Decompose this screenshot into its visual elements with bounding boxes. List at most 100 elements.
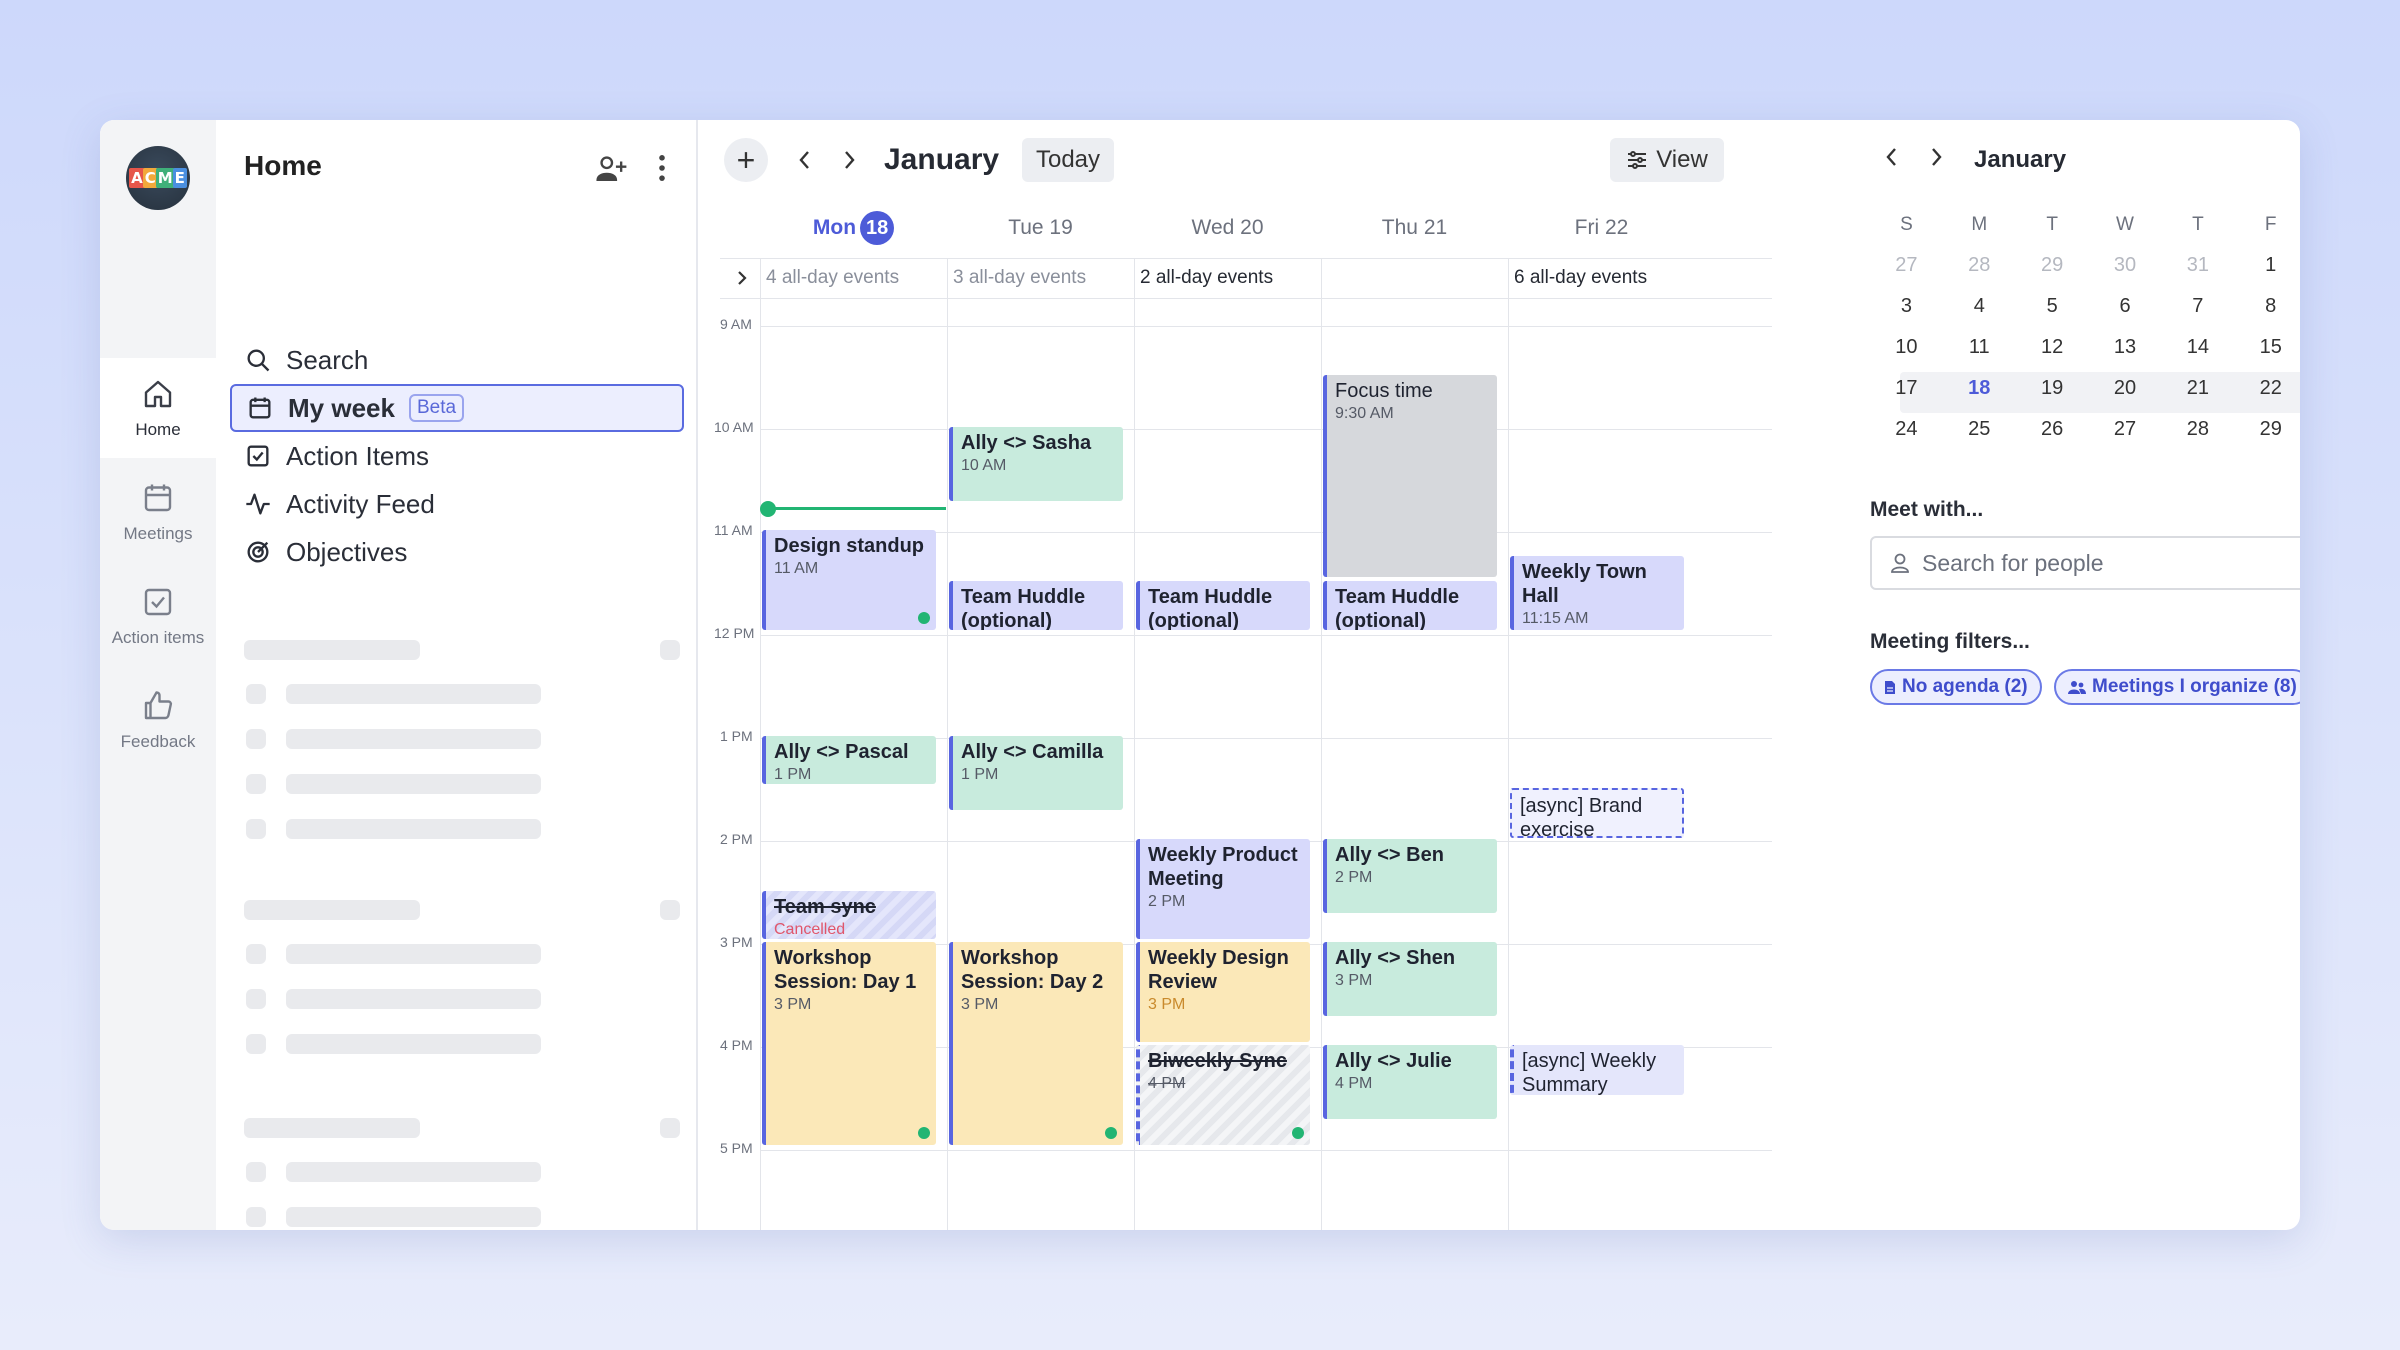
event-weekly-product-meeting[interactable]: Weekly Product Meeting 2 PM (1136, 839, 1310, 939)
day-cell-selected[interactable]: 18 (1943, 368, 2016, 409)
status-dot (1105, 1127, 1117, 1139)
day-header-fri[interactable]: Fri 22 (1508, 210, 1695, 246)
allday-events-tue[interactable]: 3 all-day events (949, 260, 1086, 296)
skeleton-placeholder (286, 1162, 541, 1182)
more-options-icon[interactable] (644, 150, 680, 186)
week-row: 10 11 12 13 14 15 16 (1870, 327, 2300, 368)
event-design-standup[interactable]: Design standup 11 AM (762, 530, 936, 630)
activity-icon (246, 493, 270, 515)
day-cell[interactable]: 7 (2161, 286, 2234, 327)
view-button[interactable]: View (1610, 138, 1724, 182)
allday-events-wed[interactable]: 2 all-day events (1136, 260, 1273, 296)
event-ally-julie[interactable]: Ally <> Julie 4 PM (1323, 1045, 1497, 1119)
nav-objectives[interactable]: Objectives (230, 528, 684, 576)
people-search-input[interactable]: Search for people (1870, 536, 2300, 590)
day-cell[interactable]: 30 (2089, 245, 2162, 286)
day-cell[interactable]: 28 (1943, 245, 2016, 286)
day-cell[interactable]: 3 (1870, 286, 1943, 327)
mini-calendar-grid: S M T W T F S 27 28 29 30 31 1 2 3 4 5 (1870, 204, 2300, 450)
day-cell[interactable]: 28 (2161, 409, 2234, 450)
today-button[interactable]: Today (1022, 138, 1114, 182)
mini-next-month-button[interactable] (1930, 146, 1944, 175)
day-cell[interactable]: 21 (2161, 368, 2234, 409)
event-weekly-town-hall[interactable]: Weekly Town Hall 11:15 AM (1510, 556, 1684, 630)
day-cell[interactable]: 12 (2016, 327, 2089, 368)
day-cell[interactable]: 5 (2016, 286, 2089, 327)
event-focus-time[interactable]: Focus time 9:30 AM (1323, 375, 1497, 577)
day-cell[interactable]: 29 (2016, 245, 2089, 286)
day-cell[interactable]: 11 (1943, 327, 2016, 368)
day-header-wed[interactable]: Wed 20 (1134, 210, 1321, 246)
day-cell[interactable]: 15 (2234, 327, 2300, 368)
hour-line (760, 635, 1772, 636)
event-workshop-day1[interactable]: Workshop Session: Day 1 3 PM (762, 942, 936, 1145)
day-header-tue[interactable]: Tue 19 (947, 210, 1134, 246)
skeleton-placeholder (246, 684, 266, 704)
expand-allday-button[interactable] (730, 266, 754, 290)
weekday-label: T (2192, 214, 2204, 235)
day-cell[interactable]: 20 (2089, 368, 2162, 409)
allday-events-fri[interactable]: 6 all-day events (1510, 260, 1647, 296)
prev-week-button[interactable] (792, 138, 816, 182)
day-cell[interactable]: 26 (2016, 409, 2089, 450)
event-ally-sasha[interactable]: Ally <> Sasha 10 AM (949, 427, 1123, 501)
day-cell[interactable]: 25 (1943, 409, 2016, 450)
filter-chip-no-agenda[interactable]: No agenda (2) (1870, 669, 2042, 705)
rail-item-action-items[interactable]: Action items (100, 566, 216, 666)
today-date-badge: 18 (860, 211, 895, 246)
event-ally-camilla[interactable]: Ally <> Camilla 1 PM (949, 736, 1123, 810)
day-header-thu[interactable]: Thu 21 (1321, 210, 1508, 246)
day-cell[interactable]: 1 (2234, 245, 2300, 286)
event-async-brand-exercise[interactable]: [async] Brand exercise (1510, 788, 1684, 838)
event-team-huddle-thu[interactable]: Team Huddle (optional) (1323, 581, 1497, 630)
day-cell[interactable]: 27 (2089, 409, 2162, 450)
event-async-weekly-summary[interactable]: [async] Weekly Summary (1510, 1045, 1684, 1095)
day-cell[interactable]: 24 (1870, 409, 1943, 450)
next-week-button[interactable] (838, 138, 862, 182)
event-team-huddle-tue[interactable]: Team Huddle (optional) (949, 581, 1123, 630)
status-dot (918, 612, 930, 624)
grid-line (1321, 258, 1322, 1230)
nav-activity-feed[interactable]: Activity Feed (230, 480, 684, 528)
event-time: 1 PM (961, 766, 999, 783)
day-cell[interactable]: 4 (1943, 286, 2016, 327)
day-cell[interactable]: 29 (2234, 409, 2300, 450)
day-header-mon[interactable]: Mon 18 (760, 210, 947, 246)
filter-chip-meetings-i-organize[interactable]: Meetings I organize (8) (2054, 669, 2300, 705)
event-weekly-design-review[interactable]: Weekly Design Review 3 PM (1136, 942, 1310, 1042)
nav-search[interactable]: Search (230, 336, 684, 384)
event-ally-shen[interactable]: Ally <> Shen 3 PM (1323, 942, 1497, 1016)
event-team-huddle-wed[interactable]: Team Huddle (optional) (1136, 581, 1310, 630)
nav-action-items[interactable]: Action Items (230, 432, 684, 480)
event-ally-pascal[interactable]: Ally <> Pascal 1 PM (762, 736, 936, 784)
calendar-month: January (884, 143, 1000, 176)
day-cell[interactable]: 31 (2161, 245, 2234, 286)
add-event-button[interactable]: + (724, 138, 768, 182)
event-workshop-day2[interactable]: Workshop Session: Day 2 3 PM (949, 942, 1123, 1145)
rail-item-feedback[interactable]: Feedback (100, 670, 216, 770)
event-team-sync-cancelled[interactable]: Team sync Cancelled (762, 891, 936, 939)
event-title: Ally <> Camilla (961, 741, 1104, 763)
mini-prev-month-button[interactable] (1884, 146, 1898, 175)
search-icon (247, 349, 270, 372)
rail-item-meetings[interactable]: Meetings (100, 462, 216, 562)
acme-logo[interactable]: A C M E (126, 146, 190, 210)
day-cell[interactable]: 10 (1870, 327, 1943, 368)
add-person-icon[interactable] (594, 150, 630, 186)
event-biweekly-sync[interactable]: Biweekly Sync 4 PM (1136, 1045, 1310, 1145)
day-cell[interactable]: 17 (1870, 368, 1943, 409)
event-time: 3 PM (1335, 972, 1373, 989)
day-cell[interactable]: 19 (2016, 368, 2089, 409)
nav-my-week[interactable]: My week Beta (230, 384, 684, 432)
day-cell[interactable]: 6 (2089, 286, 2162, 327)
day-cell[interactable]: 27 (1870, 245, 1943, 286)
allday-events-mon[interactable]: 4 all-day events (762, 260, 899, 296)
day-cell[interactable]: 14 (2161, 327, 2234, 368)
hour-line (760, 326, 1772, 327)
day-cell[interactable]: 22 (2234, 368, 2300, 409)
rail-item-home[interactable]: Home (100, 358, 216, 458)
day-cell[interactable]: 13 (2089, 327, 2162, 368)
event-ally-ben[interactable]: Ally <> Ben 2 PM (1323, 839, 1497, 913)
event-title: Ally <> Julie (1335, 1050, 1452, 1072)
day-cell[interactable]: 8 (2234, 286, 2300, 327)
